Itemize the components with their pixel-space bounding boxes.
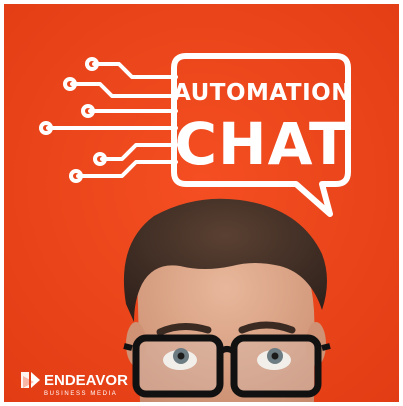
cover-artwork: AUTOMATION CHAT ENDEAVOR BUSINESS MEDIA bbox=[4, 4, 399, 402]
title-line-1: AUTOMATION bbox=[173, 80, 351, 106]
person-photo bbox=[123, 198, 331, 402]
title-line-2: CHAT bbox=[174, 110, 349, 178]
podcast-cover: AUTOMATION CHAT ENDEAVOR BUSINESS MEDIA bbox=[4, 4, 399, 402]
brand-name: ENDEAVOR bbox=[44, 372, 128, 389]
brand-subtitle: BUSINESS MEDIA bbox=[44, 391, 117, 397]
